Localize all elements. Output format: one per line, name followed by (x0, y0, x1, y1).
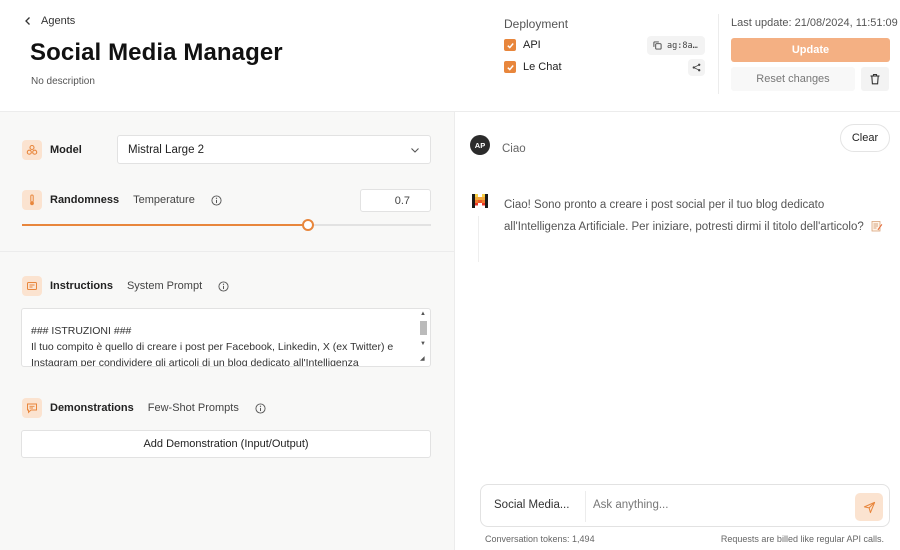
add-demonstration-button[interactable]: Add Demonstration (Input/Output) (21, 430, 431, 458)
mistral-logo-icon (472, 194, 488, 208)
deployment-lechat-label: Le Chat (523, 61, 562, 73)
demonstrations-row: Demonstrations Few-Shot Prompts (22, 398, 266, 418)
composer-divider (585, 491, 586, 522)
check-icon (504, 61, 516, 73)
copy-icon (653, 41, 662, 50)
share-button[interactable] (688, 59, 705, 76)
instructions-label: Instructions (50, 280, 113, 292)
system-prompt-textarea[interactable]: ### ISTRUZIONI ### Il tuo compito è quel… (21, 308, 431, 367)
send-button[interactable] (855, 493, 883, 521)
model-select-value: Mistral Large 2 (128, 143, 205, 156)
check-icon (504, 39, 516, 51)
system-prompt-label: System Prompt (126, 280, 203, 292)
scroll-up-icon[interactable]: ▲ (420, 311, 426, 317)
chat-input[interactable]: Ask anything... (593, 499, 668, 511)
last-update-text: Last update: 21/08/2024, 11:51:09 (731, 17, 898, 29)
page-title: Social Media Manager (30, 39, 283, 66)
user-message: Ciao (502, 143, 526, 155)
assistant-message-text: Ciao! Sono pronto a creare i post social… (504, 199, 864, 233)
system-prompt-scrollbar[interactable]: ▲ ▼ ◢ (418, 311, 429, 366)
memo-icon (871, 221, 883, 232)
agent-description: No description (31, 76, 95, 87)
conversation-tokens: Conversation tokens: 1,494 (485, 534, 595, 544)
chat-panel: Clear AP Ciao Ciao! Sono pronto a creare… (456, 112, 900, 550)
config-panel: Model Mistral Large 2 Randomness Tempera… (0, 112, 455, 550)
header-divider (718, 14, 719, 94)
temperature-input[interactable]: 0.7 (360, 189, 431, 212)
share-icon (692, 63, 701, 72)
send-icon (863, 501, 875, 513)
model-select[interactable]: Mistral Large 2 (117, 135, 431, 164)
section-divider (0, 251, 455, 252)
system-prompt-text: ### ISTRUZIONI ### Il tuo compito è quel… (31, 325, 394, 367)
chevron-down-icon (411, 147, 419, 153)
chevron-left-icon (25, 17, 30, 25)
temperature-slider-fill (22, 224, 309, 226)
info-icon[interactable] (255, 402, 266, 414)
billing-note: Requests are billed like regular API cal… (720, 534, 884, 544)
model-row: Model (22, 140, 82, 160)
back-to-agents-link[interactable]: Agents (23, 15, 75, 27)
chat-composer: Social Media... Ask anything... (480, 484, 890, 527)
agent-selector[interactable]: Social Media... (494, 499, 569, 511)
deployment-api-checkbox[interactable]: API (504, 39, 541, 51)
temperature-slider[interactable] (22, 219, 431, 231)
instructions-row: Instructions System Prompt (22, 276, 229, 296)
temperature-slider-thumb[interactable] (302, 219, 315, 231)
deployment-lechat-checkbox[interactable]: Le Chat (504, 61, 562, 73)
demonstrations-icon (22, 398, 42, 418)
thermometer-icon (22, 190, 42, 210)
delete-agent-button[interactable] (861, 67, 889, 91)
user-avatar: AP (470, 135, 490, 155)
temperature-label: Temperature (133, 194, 195, 206)
info-icon[interactable] (218, 280, 229, 292)
clear-chat-button[interactable]: Clear (840, 124, 890, 152)
instructions-icon (22, 276, 42, 296)
agent-id: ag:8a… (667, 40, 698, 51)
reset-changes-button[interactable]: Reset changes (731, 67, 855, 91)
randomness-row: Randomness Temperature (22, 190, 222, 210)
info-icon[interactable] (211, 194, 222, 206)
deployment-api-label: API (523, 39, 541, 51)
model-label: Model (50, 144, 82, 156)
resize-handle-icon[interactable]: ◢ (420, 355, 425, 362)
scrollbar-thumb[interactable] (420, 321, 427, 335)
agent-header: Agents Social Media Manager No descripti… (0, 0, 900, 112)
trash-icon (870, 73, 880, 85)
copy-agent-id-button[interactable]: ag:8a… (647, 36, 705, 55)
update-button[interactable]: Update (731, 38, 890, 62)
model-icon (22, 140, 42, 160)
deployment-label: Deployment (504, 17, 569, 31)
assistant-message: Ciao! Sono pronto a creare i post social… (504, 194, 889, 238)
randomness-label: Randomness (50, 194, 120, 206)
back-label: Agents (41, 15, 76, 27)
few-shot-label: Few-Shot Prompts (147, 402, 239, 414)
scroll-down-icon[interactable]: ▼ (420, 341, 426, 347)
message-thread-line (478, 216, 479, 262)
demonstrations-label: Demonstrations (50, 402, 134, 414)
